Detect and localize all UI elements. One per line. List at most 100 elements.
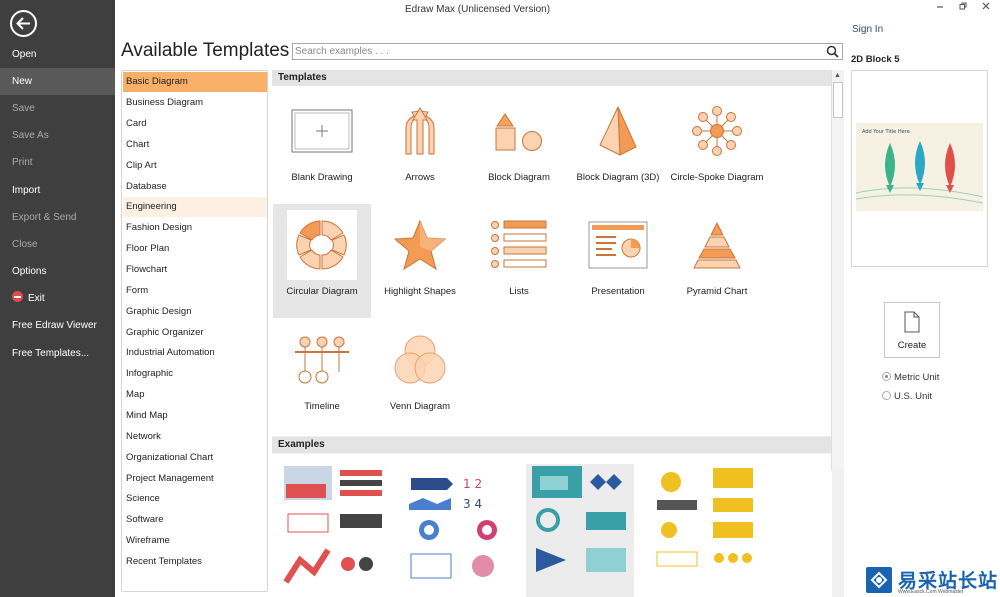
new-document-icon bbox=[904, 311, 920, 333]
nav-free-edraw-viewer[interactable]: Free Edraw Viewer bbox=[0, 312, 115, 339]
template-circle-spoke-diagram[interactable]: Circle-Spoke Diagram bbox=[668, 90, 766, 204]
template-venn-diagram[interactable]: Venn Diagram bbox=[371, 319, 469, 433]
category-item[interactable]: Database bbox=[123, 177, 267, 197]
category-item[interactable]: Fashion Design bbox=[123, 218, 267, 238]
template-thumbnail bbox=[682, 96, 752, 166]
category-item[interactable]: Engineering bbox=[123, 197, 267, 217]
create-button[interactable]: Create bbox=[884, 302, 940, 358]
example-thumbnail[interactable] bbox=[649, 464, 757, 597]
example-thumbnail[interactable] bbox=[280, 464, 388, 597]
scrollbar-thumb[interactable] bbox=[833, 82, 843, 118]
template-blank-drawing[interactable]: Blank Drawing bbox=[273, 90, 371, 204]
list-icon bbox=[491, 220, 547, 268]
nav-new[interactable]: New bbox=[0, 68, 115, 95]
nav-options[interactable]: Options bbox=[0, 258, 115, 285]
search-icon[interactable] bbox=[826, 45, 839, 58]
category-item[interactable]: Form bbox=[123, 281, 267, 301]
nav-save[interactable]: Save bbox=[0, 95, 115, 122]
category-item[interactable]: Graphic Design bbox=[123, 302, 267, 322]
category-item[interactable]: Chart bbox=[123, 135, 267, 155]
nav-free-templates[interactable]: Free Templates... bbox=[0, 340, 115, 367]
timeline-icon bbox=[295, 336, 349, 384]
template-label: Blank Drawing bbox=[291, 172, 353, 183]
template-label: Venn Diagram bbox=[389, 401, 451, 412]
template-block-diagram-3d[interactable]: Block Diagram (3D) bbox=[569, 90, 667, 204]
circular-diagram-icon bbox=[296, 220, 347, 270]
star-icon bbox=[393, 219, 447, 271]
category-item[interactable]: Map bbox=[123, 385, 267, 405]
template-circular-diagram[interactable]: Circular Diagram bbox=[273, 204, 371, 318]
circle-spoke-icon bbox=[692, 106, 742, 156]
nav-exit[interactable]: Exit bbox=[0, 285, 115, 312]
nav-open[interactable]: Open bbox=[0, 41, 115, 68]
example-thumbnail[interactable] bbox=[526, 464, 634, 597]
template-timeline[interactable]: Timeline bbox=[273, 319, 371, 433]
category-item[interactable]: Graphic Organizer bbox=[123, 323, 267, 343]
category-item[interactable]: Basic Diagram bbox=[123, 72, 267, 92]
category-item[interactable]: Project Management bbox=[123, 469, 267, 489]
example-preview bbox=[656, 468, 753, 567]
category-item[interactable]: Organizational Chart bbox=[123, 448, 267, 468]
template-block-diagram[interactable]: Block Diagram bbox=[470, 90, 568, 204]
category-item[interactable]: Infographic bbox=[123, 364, 267, 384]
template-grid: Blank Drawing Arrows Block Diagram Block… bbox=[272, 86, 832, 436]
restore-button[interactable] bbox=[955, 1, 971, 17]
us-unit-label: U.S. Unit bbox=[894, 391, 933, 402]
template-label: Block Diagram bbox=[488, 172, 550, 183]
metric-unit-label: Metric Unit bbox=[894, 372, 940, 383]
exit-icon bbox=[12, 291, 23, 302]
metric-unit-radio[interactable]: Metric Unit bbox=[882, 372, 939, 383]
back-button[interactable] bbox=[10, 10, 37, 37]
nav-save-as[interactable]: Save As bbox=[0, 122, 115, 149]
nav-close[interactable]: Close bbox=[0, 231, 115, 258]
template-thumbnail bbox=[682, 210, 752, 280]
pyramid-3d-icon bbox=[599, 106, 637, 156]
us-unit-radio[interactable]: U.S. Unit bbox=[882, 391, 932, 402]
template-label: Lists bbox=[509, 286, 529, 297]
category-item[interactable]: Wireframe bbox=[123, 531, 267, 551]
scroll-up-icon[interactable]: ▲ bbox=[834, 72, 841, 79]
template-label: Circular Diagram bbox=[286, 286, 358, 297]
category-item[interactable]: Industrial Automation bbox=[123, 343, 267, 363]
category-item[interactable]: Clip Art bbox=[123, 156, 267, 176]
template-thumbnail bbox=[287, 325, 357, 395]
template-panel: Templates Blank Drawing Arrows Block Dia… bbox=[272, 70, 844, 597]
template-presentation[interactable]: Presentation bbox=[569, 204, 667, 318]
close-icon bbox=[982, 2, 990, 10]
category-item[interactable]: Science bbox=[123, 489, 267, 509]
nav-print[interactable]: Print bbox=[0, 149, 115, 176]
minimize-icon bbox=[937, 6, 943, 8]
category-item[interactable]: Software bbox=[123, 510, 267, 530]
site-watermark: 易采站长站 Www.Easck.Com Webmaster bbox=[864, 565, 1000, 597]
category-item[interactable]: Floor Plan bbox=[123, 239, 267, 259]
category-item[interactable]: Flowchart bbox=[123, 260, 267, 280]
template-scrollbar[interactable]: ▲ bbox=[831, 70, 844, 470]
preview-caption: Add Your Title Here bbox=[862, 129, 910, 135]
template-thumbnail bbox=[583, 210, 653, 280]
templates-header: Templates bbox=[272, 70, 832, 86]
category-item[interactable]: Network bbox=[123, 427, 267, 447]
page-title: Available Templates bbox=[121, 40, 290, 61]
category-item[interactable]: Recent Templates bbox=[123, 552, 267, 572]
category-item[interactable]: Card bbox=[123, 114, 267, 134]
template-arrows[interactable]: Arrows bbox=[371, 90, 469, 204]
template-pyramid-chart[interactable]: Pyramid Chart bbox=[668, 204, 766, 318]
category-item[interactable]: Business Diagram bbox=[123, 93, 267, 113]
minimize-button[interactable] bbox=[932, 1, 948, 17]
template-label: Circle-Spoke Diagram bbox=[670, 172, 764, 183]
category-list: Basic Diagram Business Diagram Card Char… bbox=[121, 70, 268, 592]
template-lists[interactable]: Lists bbox=[470, 204, 568, 318]
nav-import[interactable]: Import bbox=[0, 177, 115, 204]
template-label: Timeline bbox=[304, 401, 340, 412]
close-window-button[interactable] bbox=[978, 1, 994, 17]
nav-export-send[interactable]: Export & Send bbox=[0, 204, 115, 231]
template-thumbnail bbox=[385, 96, 455, 166]
svg-text:3 4: 3 4 bbox=[463, 497, 482, 511]
search-input[interactable] bbox=[295, 44, 823, 59]
presentation-icon bbox=[588, 221, 648, 269]
example-thumbnail[interactable]: 1 2 3 4 bbox=[403, 464, 511, 597]
pyramid-chart-icon bbox=[693, 221, 741, 269]
template-highlight-shapes[interactable]: Highlight Shapes bbox=[371, 204, 469, 318]
sign-in-link[interactable]: Sign In bbox=[852, 24, 883, 35]
category-item[interactable]: Mind Map bbox=[123, 406, 267, 426]
